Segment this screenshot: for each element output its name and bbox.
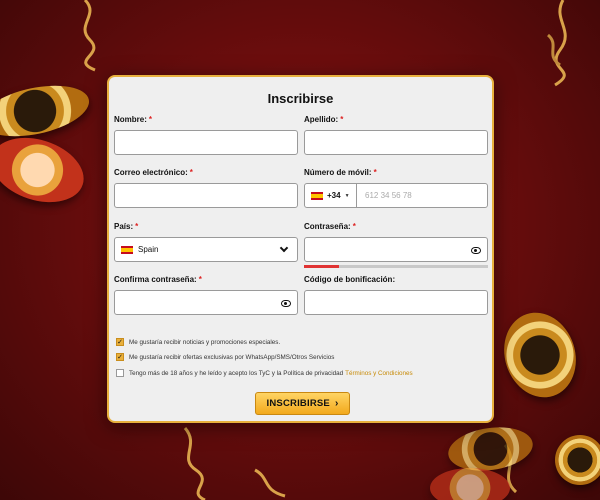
phone-input-group: +34 ▼ [304, 183, 488, 208]
password-input[interactable] [304, 237, 488, 262]
phone-prefix-value: +34 [327, 191, 341, 200]
confirm-password-input[interactable] [114, 290, 298, 315]
streamer-bottom-left [183, 427, 206, 500]
eye-icon[interactable] [281, 300, 291, 307]
last-name-label: Apellido: * [304, 115, 344, 124]
signup-modal: Inscribirse Nombre: * Apellido: * Correo e… [107, 75, 494, 423]
gold-chip-right-edge [555, 435, 600, 485]
last-name-field: Apellido: * [304, 115, 488, 155]
submit-label: INSCRIBIRSE [266, 398, 330, 409]
streamer-bottom-mid [254, 468, 286, 498]
required-marker: * [340, 115, 344, 124]
email-label: Correo electrónico: * [114, 168, 193, 177]
confirm-password-field: Confirma contraseña: * [114, 275, 298, 315]
checkbox-terms-label: Tengo más de 18 años y he leído y acepto… [129, 369, 344, 377]
gold-chip-left [0, 77, 94, 145]
bonus-code-field: Código de bonificación: [304, 275, 488, 315]
terms-link[interactable]: Términos y Condiciones [345, 370, 413, 377]
password-strength-fill [304, 265, 339, 268]
chevron-down-icon [279, 243, 289, 252]
country-label: País: * [114, 222, 139, 231]
spain-flag-icon [311, 191, 323, 200]
chevron-right-icon: › [334, 398, 339, 409]
submit-button[interactable]: INSCRIBIRSE › [255, 392, 350, 415]
checkbox-news[interactable]: ✓ [116, 338, 124, 346]
streamer-right-mid [546, 33, 561, 67]
bonus-code-input[interactable] [304, 290, 488, 315]
modal-title: Inscribirse [267, 91, 334, 106]
required-marker: * [198, 275, 202, 284]
streamer-left-top [83, 0, 96, 72]
red-chip-bottom [430, 468, 510, 500]
checkbox-row-terms[interactable]: Tengo más de 18 años y he leído y acepto… [116, 369, 413, 377]
required-marker: * [352, 222, 356, 231]
streamer-bottom-right [503, 444, 518, 494]
red-chip-left [0, 126, 92, 214]
checkbox-row-news[interactable]: ✓ Me gustaría recibir noticias y promoci… [116, 338, 280, 346]
phone-label: Número de móvil: * [304, 168, 377, 177]
email-input[interactable] [114, 183, 298, 208]
required-marker: * [189, 168, 193, 177]
spain-flag-icon [121, 245, 133, 254]
phone-number-input[interactable] [357, 184, 487, 207]
checkbox-offers-label: Me gustaría recibir ofertas exclusivas p… [129, 353, 335, 361]
first-name-field: Nombre: * [114, 115, 298, 155]
bonus-code-label: Código de bonificación: [304, 275, 396, 284]
phone-prefix-select[interactable]: +34 ▼ [305, 184, 357, 207]
phone-field: Número de móvil: * +34 ▼ [304, 168, 488, 208]
gold-chip-bottom [445, 422, 536, 476]
streamer-right-top [554, 0, 567, 87]
password-field: Contraseña: * [304, 222, 488, 268]
checkbox-offers[interactable]: ✓ [116, 353, 124, 361]
gold-chip-right [493, 303, 587, 407]
required-marker: * [373, 168, 377, 177]
first-name-input[interactable] [114, 130, 298, 155]
confirm-password-label: Confirma contraseña: * [114, 275, 202, 284]
checkbox-terms[interactable] [116, 369, 124, 377]
checkbox-news-label: Me gustaría recibir noticias y promocion… [129, 338, 281, 346]
last-name-input[interactable] [304, 130, 488, 155]
first-name-label: Nombre: * [114, 115, 153, 124]
checkbox-row-offers[interactable]: ✓ Me gustaría recibir ofertas exclusivas… [116, 353, 334, 361]
password-strength-bar [304, 265, 488, 268]
password-label: Contraseña: * [304, 222, 356, 231]
caret-down-icon: ▼ [344, 192, 350, 199]
country-field: País: * Spain [114, 222, 298, 262]
email-field: Correo electrónico: * [114, 168, 298, 208]
country-value: Spain [138, 245, 159, 254]
country-select[interactable]: Spain [114, 237, 298, 262]
eye-icon[interactable] [471, 247, 481, 254]
required-marker: * [135, 222, 139, 231]
required-marker: * [148, 115, 153, 124]
